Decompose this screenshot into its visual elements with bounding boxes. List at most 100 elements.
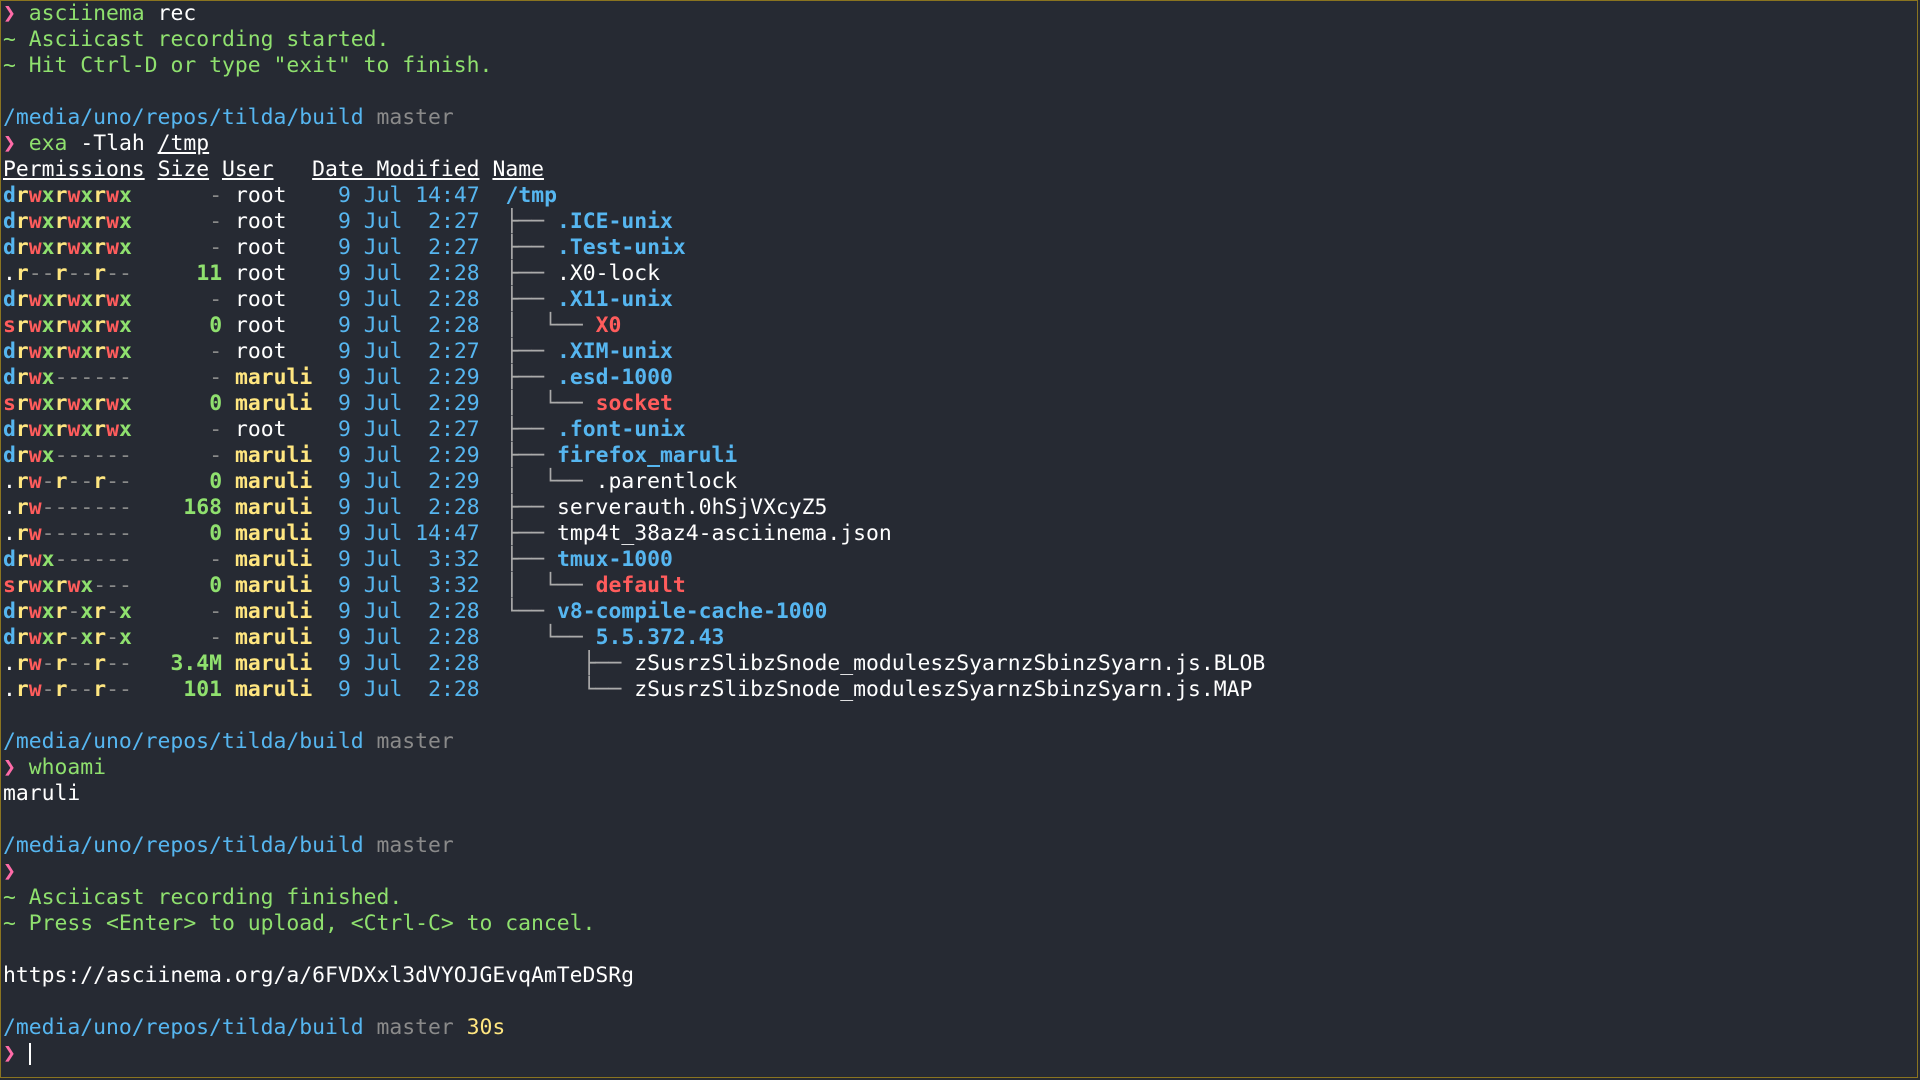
- tree-branch: ├──: [505, 495, 557, 520]
- command-line: ❯: [3, 859, 1917, 885]
- whoami-output: maruli: [3, 781, 81, 806]
- prompt-path-line: /media/uno/repos/tilda/build master: [3, 833, 1917, 859]
- asciicast-url[interactable]: https://asciinema.org/a/6FVDXxl3dVYOJGEv…: [3, 963, 1917, 989]
- header-size: Size: [157, 157, 210, 182]
- tree-branch: └──: [505, 677, 635, 702]
- file-name: /tmp: [505, 183, 557, 208]
- file-date: 9 Jul 2:27: [338, 417, 480, 442]
- file-row: drwxr-xr-x - maruli 9 Jul 2:28 └── 5.5.3…: [3, 625, 1917, 651]
- file-date: 9 Jul 14:47: [338, 183, 480, 208]
- file-name: .esd-1000: [556, 365, 673, 390]
- active-prompt-line[interactable]: ❯: [3, 1041, 1917, 1067]
- file-date: 9 Jul 2:29: [338, 443, 480, 468]
- file-size: 3.4M: [170, 651, 223, 676]
- file-type-flag: .: [3, 495, 16, 520]
- file-size: -: [209, 365, 223, 390]
- file-date: 9 Jul 2:28: [338, 625, 480, 650]
- file-owner: maruli: [234, 443, 313, 468]
- cwd-path: /media/uno/repos/tilda/build: [3, 1015, 364, 1040]
- file-name: .X11-unix: [556, 287, 673, 312]
- file-type-flag: d: [3, 443, 16, 468]
- file-owner: maruli: [234, 365, 313, 390]
- output-line: ~ Press <Enter> to upload, <Ctrl-C> to c…: [3, 911, 1917, 937]
- tree-branch: │ └──: [505, 573, 596, 598]
- prompt-char: ❯: [3, 131, 16, 156]
- permissions: rwxr-xr-x: [15, 599, 132, 624]
- file-row: drwx------ - maruli 9 Jul 2:29 ├── firef…: [3, 443, 1917, 469]
- header-permissions: Permissions: [3, 157, 145, 182]
- tilde: ~: [3, 885, 16, 910]
- file-row: drwxrwxrwx - root 9 Jul 2:27 ├── .XIM-un…: [3, 339, 1917, 365]
- cwd-path: /media/uno/repos/tilda/build: [3, 105, 364, 130]
- prompt-path-line: /media/uno/repos/tilda/build master: [3, 105, 1917, 131]
- tree-branch: ├──: [505, 443, 557, 468]
- permissions: rwxrwxrwx: [15, 209, 132, 234]
- tree-branch: ├──: [505, 365, 557, 390]
- file-name: X0: [595, 313, 622, 338]
- file-owner: maruli: [234, 651, 313, 676]
- file-owner: root: [234, 313, 287, 338]
- prompt-path-line: /media/uno/repos/tilda/build master 30s: [3, 1015, 1917, 1041]
- file-name: .parentlock: [595, 469, 738, 494]
- file-date: 9 Jul 2:28: [338, 287, 480, 312]
- file-size: 101: [183, 677, 223, 702]
- tilde: ~: [3, 27, 16, 52]
- header-user: User: [221, 157, 274, 182]
- file-type-flag: .: [3, 261, 16, 286]
- file-owner: maruli: [234, 391, 313, 416]
- file-row: drwx------ - maruli 9 Jul 3:32 ├── tmux-…: [3, 547, 1917, 573]
- file-row: .rw-r--r-- 101 maruli 9 Jul 2:28 └── zSu…: [3, 677, 1917, 703]
- file-owner: root: [234, 235, 287, 260]
- file-type-flag: .: [3, 651, 16, 676]
- file-owner: root: [234, 287, 287, 312]
- file-date: 9 Jul 3:32: [338, 573, 480, 598]
- permissions: rwxrwxrwx: [15, 339, 132, 364]
- file-name: socket: [595, 391, 673, 416]
- file-date: 9 Jul 2:28: [338, 677, 480, 702]
- file-name: .ICE-unix: [556, 209, 673, 234]
- file-name: 5.5.372.43: [595, 625, 725, 650]
- command-program: asciinema: [28, 1, 145, 26]
- permissions: rwxrwxrwx: [15, 417, 132, 442]
- file-type-flag: d: [3, 417, 16, 442]
- file-size: -: [209, 443, 223, 468]
- command-argument: rec: [157, 1, 197, 26]
- command-line: ❯ exa -Tlah /tmp: [3, 131, 1917, 157]
- tree-branch: │ └──: [505, 313, 596, 338]
- file-type-flag: d: [3, 287, 16, 312]
- tilde: ~: [3, 911, 16, 936]
- file-owner: root: [234, 339, 287, 364]
- file-row: drwxrwxrwx - root 9 Jul 2:27 ├── .ICE-un…: [3, 209, 1917, 235]
- file-owner: maruli: [234, 573, 313, 598]
- tree-branch: ├──: [505, 209, 557, 234]
- text-cursor[interactable]: [28, 1043, 31, 1065]
- terminal-window[interactable]: ❯ asciinema rec ~ Asciicast recording st…: [0, 0, 1918, 1078]
- file-date: 9 Jul 2:28: [338, 599, 480, 624]
- file-owner: root: [234, 183, 287, 208]
- file-owner: maruli: [234, 625, 313, 650]
- file-size: -: [209, 417, 223, 442]
- command-duration: 30s: [466, 1015, 506, 1040]
- file-owner: maruli: [234, 677, 313, 702]
- permissions: rwxrwxrwx: [15, 235, 132, 260]
- file-owner: maruli: [234, 469, 313, 494]
- git-branch: master: [376, 1015, 454, 1040]
- permissions: rw-r--r--: [15, 469, 132, 494]
- tree-branch: └──: [505, 625, 596, 650]
- upload-hint-text: Press <Enter> to upload, <Ctrl-C> to can…: [28, 911, 596, 936]
- file-type-flag: d: [3, 599, 16, 624]
- tilde: ~: [3, 53, 16, 78]
- file-type-flag: d: [3, 235, 16, 260]
- file-row: .rw------- 0 maruli 9 Jul 14:47 ├── tmp4…: [3, 521, 1917, 547]
- listing-header: Permissions Size User Date Modified Name: [3, 157, 1917, 183]
- file-date: 9 Jul 2:29: [338, 391, 480, 416]
- tree-branch: ├──: [505, 417, 557, 442]
- file-name: v8-compile-cache-1000: [556, 599, 828, 624]
- permissions: rwx------: [15, 365, 132, 390]
- file-name: default: [595, 573, 686, 598]
- file-type-flag: .: [3, 677, 16, 702]
- file-size: 0: [209, 391, 223, 416]
